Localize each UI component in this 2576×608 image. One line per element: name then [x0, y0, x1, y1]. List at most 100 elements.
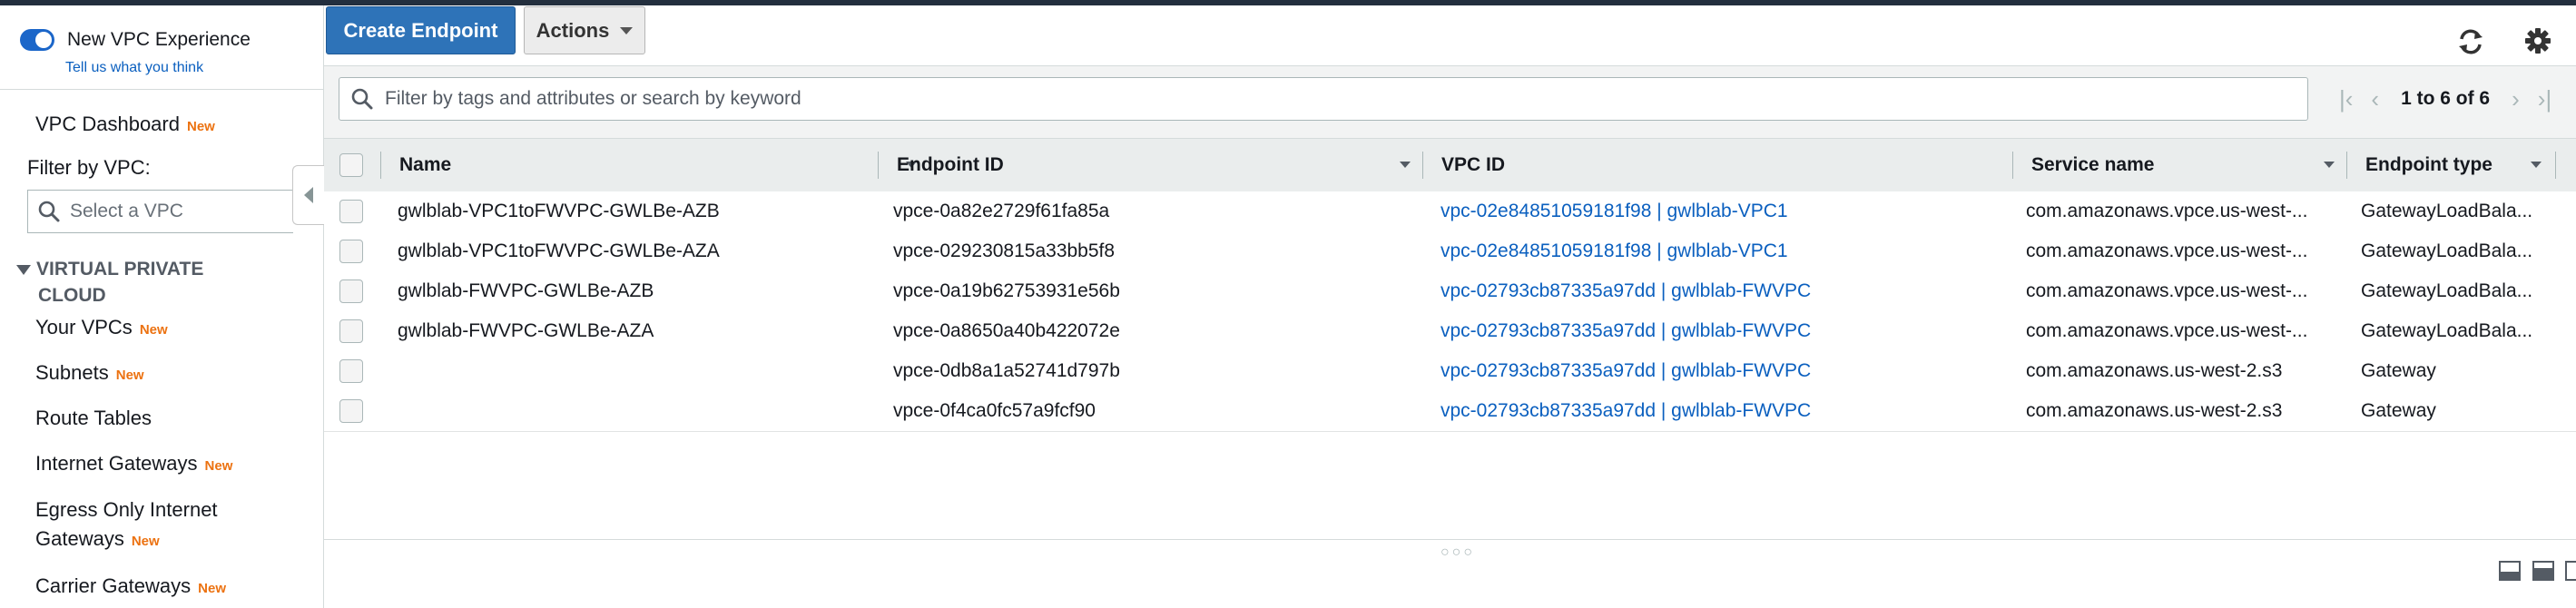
first-page-icon[interactable]: |‹ — [2339, 87, 2353, 111]
create-endpoint-button[interactable]: Create Endpoint — [326, 6, 516, 54]
section-virtual-private-cloud[interactable]: VIRTUAL PRIVATE CLOUD — [16, 256, 203, 309]
vpc-select-placeholder: Select a VPC — [70, 201, 183, 221]
sidebar-item-vpc-dashboard[interactable]: VPC Dashboard New — [35, 111, 215, 141]
cell-endpoint-type: Gateway — [2361, 360, 2436, 381]
select-all-checkbox-cell[interactable] — [339, 139, 363, 191]
sidebar-item-your-vpcs[interactable]: Your VPCs New — [35, 314, 168, 344]
sidebar-item-carrier-gateways[interactable]: Carrier Gateways New — [35, 573, 226, 603]
cell-endpoint-type: GatewayLoadBala... — [2361, 280, 2533, 301]
cell-vpc-id-link[interactable]: vpc-02e84851059181f98 | gwlblab-VPC1 — [1440, 231, 2003, 271]
cell-service-name: com.amazonaws.vpce.us-west-... — [2026, 280, 2308, 301]
cell-service-name: com.amazonaws.vpce.us-west-... — [2026, 201, 2308, 221]
sidebar-divider — [0, 89, 323, 90]
column-header-name[interactable]: Name — [381, 139, 929, 191]
table-row[interactable]: gwlblab-VPC1toFWVPC-GWLBe-AZA vpce-02923… — [324, 231, 2576, 272]
row-checkbox[interactable] — [339, 399, 363, 423]
feedback-link[interactable]: Tell us what you think — [65, 60, 203, 76]
cell-name — [398, 351, 870, 391]
new-badge: New — [186, 119, 215, 134]
row-checkbox-cell[interactable] — [324, 391, 380, 431]
sidebar-item-label: Route Tables — [35, 407, 152, 429]
pagination-text: 1 to 6 of 6 — [2401, 88, 2491, 109]
cell-name — [398, 391, 870, 431]
row-checkbox-cell[interactable] — [324, 351, 380, 391]
row-checkbox[interactable] — [339, 319, 363, 343]
layout-bottom-pane-icon[interactable] — [2499, 561, 2521, 581]
cell-endpoint-type: GatewayLoadBala... — [2361, 240, 2533, 261]
cell-vpc-id-link[interactable]: vpc-02e84851059181f98 | gwlblab-VPC1 — [1440, 191, 2003, 231]
toggle-knob — [35, 32, 52, 48]
cell-name: gwlblab-FWVPC-GWLBe-AZA — [398, 320, 654, 341]
layout-side-pane-icon[interactable] — [2565, 561, 2576, 581]
cell-name: gwlblab-VPC1toFWVPC-GWLBe-AZA — [398, 240, 720, 261]
sort-icon — [2324, 162, 2335, 168]
sidebar-collapse-button[interactable] — [292, 165, 324, 225]
column-header-label: Endpoint type — [2365, 154, 2492, 175]
row-checkbox[interactable] — [339, 200, 363, 223]
filter-search-box[interactable] — [339, 77, 2308, 121]
table-row[interactable]: vpce-0db8a1a52741d797b vpc-02793cb87335a… — [324, 351, 2576, 392]
row-checkbox-cell[interactable] — [324, 271, 380, 311]
column-header-endpoint-type[interactable]: Endpoint type — [2347, 139, 2554, 191]
row-checkbox-cell[interactable] — [324, 311, 380, 351]
cell-service-name: com.amazonaws.vpce.us-west-... — [2026, 320, 2308, 341]
column-header-vpc-id[interactable]: VPC ID — [1423, 139, 2013, 191]
table-row[interactable]: vpce-0f4ca0fc57a9fcf90 vpc-02793cb87335a… — [324, 391, 2576, 432]
row-checkbox[interactable] — [339, 240, 363, 263]
pagination: |‹ ‹ 1 to 6 of 6 › ›| — [2330, 87, 2561, 111]
cell-name: gwlblab-FWVPC-GWLBe-AZB — [398, 280, 654, 301]
cell-vpc-id-link[interactable]: vpc-02793cb87335a97dd | gwlblab-FWVPC — [1440, 271, 2003, 311]
refresh-icon[interactable] — [2455, 27, 2486, 56]
prev-page-icon[interactable]: ‹ — [2371, 87, 2379, 111]
new-vpc-experience-toggle[interactable] — [20, 29, 54, 51]
details-pane-divider — [324, 539, 2576, 540]
resize-handle-icon[interactable]: ○○○ — [1440, 544, 1475, 561]
row-checkbox[interactable] — [339, 279, 363, 303]
cell-name: gwlblab-VPC1toFWVPC-GWLBe-AZB — [398, 201, 720, 221]
cell-endpoint-id: vpce-0f4ca0fc57a9fcf90 — [893, 400, 1096, 421]
cell-service-name: com.amazonaws.us-west-2.s3 — [2026, 400, 2283, 421]
gear-icon[interactable] — [2524, 27, 2551, 54]
row-checkbox-cell[interactable] — [324, 231, 380, 271]
sidebar-item-egress-only-internet-gateways[interactable]: Egress Only Internet Gateways New — [35, 495, 299, 556]
select-all-checkbox[interactable] — [339, 153, 363, 177]
row-checkbox-cell[interactable] — [324, 191, 380, 231]
actions-label: Actions — [536, 18, 610, 42]
cell-endpoint-id: vpce-0a19b62753931e56b — [893, 280, 1120, 301]
new-badge: New — [131, 534, 160, 549]
new-badge: New — [139, 322, 168, 338]
filter-by-vpc-label: Filter by VPC: — [27, 156, 151, 179]
next-page-icon[interactable]: › — [2512, 87, 2520, 111]
cell-vpc-id-link[interactable]: vpc-02793cb87335a97dd | gwlblab-FWVPC — [1440, 311, 2003, 351]
cell-endpoint-id: vpce-0a82e2729f61fa85a — [893, 201, 1110, 221]
table-row[interactable]: gwlblab-FWVPC-GWLBe-AZA vpce-0a8650a40b4… — [324, 311, 2576, 352]
search-input[interactable] — [383, 87, 2293, 111]
main-content: Create Endpoint Actions |‹ ‹ — [324, 5, 2576, 608]
row-checkbox[interactable] — [339, 359, 363, 383]
column-header-service-name[interactable]: Service name — [2013, 139, 2347, 191]
new-vpc-experience-toggle-row[interactable]: New VPC Experience — [20, 29, 251, 51]
cell-vpc-id-link[interactable]: vpc-02793cb87335a97dd | gwlblab-FWVPC — [1440, 351, 2003, 391]
actions-dropdown-button[interactable]: Actions — [524, 6, 645, 54]
sidebar-item-label: Your VPCs — [35, 316, 133, 338]
column-header-endpoint-id[interactable]: Endpoint ID — [879, 139, 1423, 191]
sort-icon — [2531, 162, 2542, 168]
sidebar-item-internet-gateways[interactable]: Internet Gateways New — [35, 450, 232, 480]
sidebar-item-subnets[interactable]: Subnets New — [35, 359, 144, 389]
sidebar-item-route-tables[interactable]: Route Tables — [35, 405, 152, 432]
table-row[interactable]: gwlblab-VPC1toFWVPC-GWLBe-AZB vpce-0a82e… — [324, 191, 2576, 232]
section-title-line2: CLOUD — [38, 285, 106, 306]
column-header-label: VPC ID — [1441, 154, 1506, 175]
cell-endpoint-type: GatewayLoadBala... — [2361, 320, 2533, 341]
search-icon — [38, 201, 60, 222]
last-page-icon[interactable]: ›| — [2538, 87, 2551, 111]
cell-endpoint-id: vpce-029230815a33bb5f8 — [893, 240, 1116, 261]
vpc-filter-select[interactable]: Select a VPC — [27, 190, 293, 233]
column-header-label: Service name — [2031, 154, 2155, 175]
chevron-down-icon — [620, 26, 634, 34]
cell-vpc-id-link[interactable]: vpc-02793cb87335a97dd | gwlblab-FWVPC — [1440, 391, 2003, 431]
layout-split-pane-icon[interactable] — [2532, 561, 2554, 581]
layout-fill — [2534, 568, 2552, 579]
table-row[interactable]: gwlblab-FWVPC-GWLBe-AZB vpce-0a19b627539… — [324, 271, 2576, 312]
column-header-label: Name — [399, 154, 452, 175]
